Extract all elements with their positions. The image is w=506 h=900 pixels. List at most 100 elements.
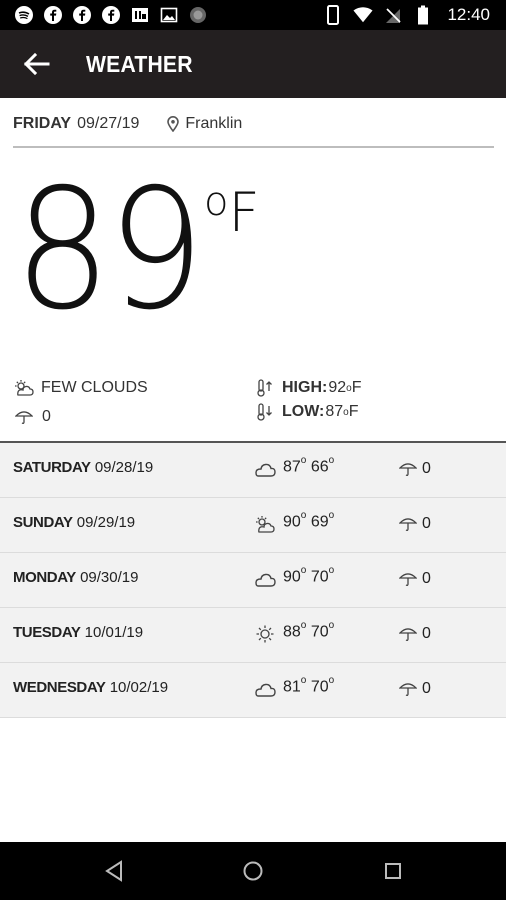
- temperature-unit: oF: [204, 182, 260, 240]
- forecast-day-name: MONDAY: [13, 569, 76, 586]
- clock: 12:40: [447, 5, 490, 24]
- nav-home-icon: [243, 861, 263, 881]
- umbrella-icon: [398, 461, 418, 477]
- forecast-date: 10/02/19: [109, 679, 169, 696]
- high-label: HIGH:: [282, 379, 328, 396]
- location-pin-icon: [167, 116, 180, 132]
- degree-symbol: o: [328, 675, 335, 686]
- arrow-left-icon: [23, 52, 50, 76]
- forecast-row[interactable]: TUESDAY 10/01/19 88o 70o 0: [0, 608, 506, 663]
- current-day: FRIDAY: [13, 115, 72, 132]
- android-nav-bar: [0, 842, 506, 900]
- umbrella-icon: [398, 516, 418, 532]
- forecast-precip: 0: [422, 680, 431, 697]
- forecast-day: TUESDAY 10/01/19: [13, 624, 143, 641]
- degree-symbol: o: [328, 510, 335, 521]
- nav-home-button[interactable]: [238, 856, 268, 886]
- degree-symbol: o: [300, 455, 307, 466]
- low-temp: LOW: 87 o F: [256, 403, 359, 421]
- forecast-precip: 0: [422, 570, 431, 587]
- back-button[interactable]: [18, 46, 54, 82]
- high-value: 92: [328, 379, 347, 396]
- forecast-high: 88: [283, 623, 301, 641]
- forecast-precip: 0: [422, 515, 431, 532]
- umbrella-icon: [398, 571, 418, 587]
- unit-letter: F: [228, 181, 260, 244]
- degree-symbol: o: [328, 620, 335, 631]
- forecast-high: 81: [283, 678, 301, 696]
- precip-value: 0: [42, 408, 51, 425]
- degree-symbol: o: [328, 565, 335, 576]
- forecast-day: WEDNESDAY 10/02/19: [13, 679, 168, 696]
- app-icon: [130, 5, 150, 25]
- forecast-low: 66: [310, 458, 329, 476]
- forecast-temps: 81o 70o: [283, 675, 335, 696]
- facebook-icon: [43, 5, 63, 25]
- current-condition: FEW CLOUDS: [13, 379, 148, 397]
- forecast-date: 10/01/19: [84, 624, 144, 641]
- system-icons: 12:40: [323, 0, 490, 30]
- forecast-row[interactable]: WEDNESDAY 10/02/19 81o 70o 0: [0, 663, 506, 718]
- thermometer-up-icon: [257, 379, 272, 397]
- forecast-high: 87: [283, 458, 301, 476]
- spotify-icon: [14, 5, 34, 25]
- forecast-day-name: TUESDAY: [13, 624, 81, 641]
- vibrate-icon: [323, 5, 343, 25]
- forecast-row[interactable]: SUNDAY 09/29/19 90o 69o 0: [0, 498, 506, 553]
- forecast-row[interactable]: SATURDAY 09/28/19 87o 66o 0: [0, 443, 506, 498]
- image-icon: [159, 5, 179, 25]
- forecast-list: SATURDAY 09/28/19 87o 66o 0 SUNDAY 09/29/19…: [0, 443, 506, 718]
- forecast-date: 09/29/19: [76, 514, 136, 531]
- wifi-icon: [353, 5, 373, 25]
- current-date-location: FRIDAY 09/27/19 Franklin: [13, 113, 242, 135]
- location-name: Franklin: [185, 115, 243, 132]
- nav-recents-icon: [385, 863, 401, 879]
- forecast-temps: 90o 70o: [283, 565, 335, 586]
- umbrella-icon: [398, 626, 418, 642]
- forecast-high: 90: [283, 513, 301, 531]
- forecast-day-name: SUNDAY: [13, 514, 73, 531]
- nav-back-button[interactable]: [99, 856, 129, 886]
- forecast-day: MONDAY 09/30/19: [13, 569, 138, 586]
- record-icon: [188, 5, 208, 25]
- status-bar: 12:40: [0, 0, 506, 30]
- forecast-temps: 88o 70o: [283, 620, 335, 641]
- degree-symbol: o: [300, 565, 307, 576]
- facebook-icon: [72, 5, 92, 25]
- current-date: 09/27/19: [77, 115, 140, 132]
- forecast-date: 09/28/19: [94, 459, 154, 476]
- high-unit: F: [351, 379, 362, 396]
- low-value: 87: [325, 403, 344, 420]
- low-unit: F: [348, 403, 359, 420]
- forecast-low: 69: [310, 513, 329, 531]
- nav-recents-button[interactable]: [378, 856, 408, 886]
- forecast-low: 70: [310, 623, 329, 641]
- forecast-row[interactable]: MONDAY 09/30/19 90o 70o 0: [0, 553, 506, 608]
- forecast-low: 70: [310, 678, 329, 696]
- cloud-icon: [254, 569, 276, 589]
- high-temp: HIGH: 92 o F: [256, 379, 361, 397]
- forecast-day: SATURDAY 09/28/19: [13, 459, 153, 476]
- forecast-temps: 90o 69o: [283, 510, 335, 531]
- forecast-day: SUNDAY 09/29/19: [13, 514, 135, 531]
- sun-icon: [254, 624, 276, 644]
- battery-icon: [413, 5, 433, 25]
- forecast-precip: 0: [422, 460, 431, 477]
- partly-cloudy-icon: [254, 514, 276, 534]
- forecast-high: 90: [283, 568, 301, 586]
- umbrella-icon: [15, 411, 33, 424]
- forecast-low: 70: [310, 568, 329, 586]
- notification-icons: [14, 0, 208, 30]
- forecast-day-name: SATURDAY: [13, 459, 91, 476]
- low-label: LOW:: [282, 403, 325, 420]
- divider: [13, 146, 494, 148]
- nav-back-icon: [105, 860, 122, 882]
- umbrella-icon: [398, 681, 418, 697]
- cloud-icon: [254, 459, 276, 479]
- thermometer-down-icon: [257, 403, 272, 421]
- forecast-day-name: WEDNESDAY: [13, 679, 106, 696]
- location[interactable]: Franklin: [167, 115, 242, 133]
- page-title: WEATHER: [86, 50, 193, 77]
- current-temperature: 89: [14, 154, 205, 347]
- forecast-temps: 87o 66o: [283, 455, 334, 476]
